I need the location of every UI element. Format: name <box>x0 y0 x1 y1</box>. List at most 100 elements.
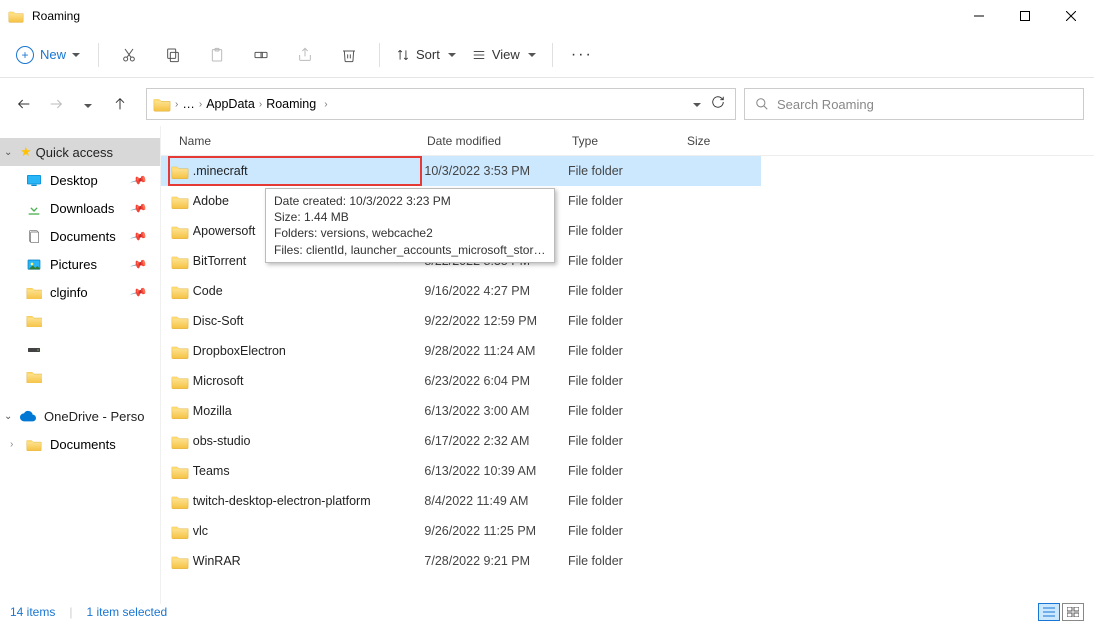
onedrive-header[interactable]: ⌄ OneDrive - Perso <box>0 402 160 430</box>
chevron-down-icon <box>72 53 80 57</box>
toolbar: + New Sort View ··· <box>0 32 1094 78</box>
quick-access-label: Quick access <box>36 145 113 160</box>
file-row[interactable]: WinRAR7/28/2022 9:21 PMFile folder <box>161 546 761 576</box>
thumbnails-view-button[interactable] <box>1062 603 1084 621</box>
column-type[interactable]: Type <box>572 134 687 148</box>
minimize-button[interactable] <box>956 0 1002 32</box>
file-row[interactable]: DropboxElectron9/28/2022 11:24 AMFile fo… <box>161 336 761 366</box>
file-date: 9/22/2022 12:59 PM <box>424 314 568 328</box>
file-date: 10/3/2022 3:53 PM <box>424 164 568 178</box>
breadcrumb-segment[interactable]: ›AppData <box>199 97 255 111</box>
file-row[interactable]: obs-studio6/17/2022 2:32 AMFile folder <box>161 426 761 456</box>
file-row[interactable]: Mozilla6/13/2022 3:00 AMFile folder <box>161 396 761 426</box>
file-name: Microsoft <box>193 374 425 388</box>
rename-button[interactable] <box>241 37 281 73</box>
maximize-button[interactable] <box>1002 0 1048 32</box>
column-headers: Name Date modified Type Size <box>161 126 1094 156</box>
pin-icon: 📌 <box>130 199 148 217</box>
details-view-button[interactable] <box>1038 603 1060 621</box>
file-row[interactable]: vlc9/26/2022 11:25 PMFile folder <box>161 516 761 546</box>
file-row[interactable]: Microsoft6/23/2022 6:04 PMFile folder <box>161 366 761 396</box>
file-type: File folder <box>568 314 682 328</box>
folder-icon <box>171 494 193 509</box>
breadcrumb-segment[interactable]: ›Roaming› <box>259 97 328 111</box>
navpane-item[interactable] <box>0 306 160 334</box>
file-row[interactable]: twitch-desktop-electron-platform8/4/2022… <box>161 486 761 516</box>
navpane-item[interactable]: › Documents <box>0 430 160 458</box>
navpane-item[interactable]: Pictures📌 <box>0 250 160 278</box>
share-button[interactable] <box>285 37 325 73</box>
up-button[interactable] <box>106 90 134 118</box>
tooltip-line: Files: clientId, launcher_accounts_micro… <box>274 242 546 258</box>
quick-access-header[interactable]: ⌄ ★ Quick access <box>0 138 160 166</box>
chevron-right-icon: › <box>199 99 202 110</box>
file-type: File folder <box>568 464 682 478</box>
file-date: 9/28/2022 11:24 AM <box>424 344 568 358</box>
search-input[interactable] <box>777 97 1073 112</box>
sort-button[interactable]: Sort <box>390 43 462 66</box>
file-type: File folder <box>568 344 682 358</box>
navpane-item[interactable]: Downloads📌 <box>0 194 160 222</box>
forward-button[interactable] <box>42 90 70 118</box>
close-button[interactable] <box>1048 0 1094 32</box>
history-dropdown[interactable] <box>693 99 701 110</box>
chevron-right-icon: › <box>10 439 13 450</box>
search-box[interactable] <box>744 88 1084 120</box>
column-size[interactable]: Size <box>687 134 767 148</box>
file-name: Code <box>193 284 425 298</box>
folder-icon <box>171 224 193 239</box>
folder-icon <box>171 194 193 209</box>
copy-button[interactable] <box>153 37 193 73</box>
breadcrumb-segment[interactable]: ›… <box>175 97 195 111</box>
new-button[interactable]: + New <box>8 42 88 68</box>
file-date: 7/28/2022 9:21 PM <box>424 554 568 568</box>
file-row[interactable]: Disc-Soft9/22/2022 12:59 PMFile folder <box>161 306 761 336</box>
recent-locations-button[interactable] <box>74 90 102 118</box>
file-type: File folder <box>568 524 682 538</box>
file-name: Disc-Soft <box>193 314 425 328</box>
window-title: Roaming <box>32 9 80 23</box>
view-button[interactable]: View <box>466 43 542 66</box>
documents-icon <box>26 229 42 243</box>
navpane-item[interactable]: Desktop 📌 <box>0 166 160 194</box>
star-icon: ★ <box>20 144 32 160</box>
navpane-item-label: Documents <box>50 229 116 244</box>
sort-label: Sort <box>416 47 440 62</box>
delete-button[interactable] <box>329 37 369 73</box>
file-row[interactable]: Teams6/13/2022 10:39 AMFile folder <box>161 456 761 486</box>
navpane-item[interactable] <box>0 334 160 362</box>
chevron-down-icon: ⌄ <box>4 147 16 158</box>
status-bar: 14 items | 1 item selected <box>0 600 1094 624</box>
navpane-item-label: Desktop <box>50 173 98 188</box>
file-type: File folder <box>568 164 682 178</box>
more-button[interactable]: ··· <box>563 46 601 64</box>
column-date[interactable]: Date modified <box>427 134 572 148</box>
folder-icon <box>171 374 193 389</box>
tooltip-line: Date created: 10/3/2022 3:23 PM <box>274 193 546 209</box>
navigation-row: ›… ›AppData ›Roaming› <box>0 82 1094 126</box>
navpane-item[interactable] <box>0 362 160 390</box>
file-date: 9/16/2022 4:27 PM <box>424 284 568 298</box>
new-label: New <box>40 47 66 62</box>
navpane-item-label: Documents <box>50 437 116 452</box>
column-name[interactable]: Name <box>179 134 427 148</box>
highlight-box <box>168 156 422 186</box>
folder-icon <box>171 344 193 359</box>
pin-icon: 📌 <box>130 171 148 189</box>
paste-button[interactable] <box>197 37 237 73</box>
file-row[interactable]: Code9/16/2022 4:27 PMFile folder <box>161 276 761 306</box>
navpane-item-label: clginfo <box>50 285 88 300</box>
navpane-item[interactable]: clginfo📌 <box>0 278 160 306</box>
folder-icon <box>153 95 171 113</box>
navpane-item[interactable]: Documents📌 <box>0 222 160 250</box>
refresh-button[interactable] <box>711 95 725 114</box>
file-type: File folder <box>568 434 682 448</box>
sort-icon <box>396 48 410 62</box>
file-date: 6/13/2022 10:39 AM <box>424 464 568 478</box>
back-button[interactable] <box>10 90 38 118</box>
separator <box>379 43 380 67</box>
folder-icon <box>171 524 193 539</box>
plus-icon: + <box>16 46 34 64</box>
address-bar[interactable]: ›… ›AppData ›Roaming› <box>146 88 736 120</box>
cut-button[interactable] <box>109 37 149 73</box>
